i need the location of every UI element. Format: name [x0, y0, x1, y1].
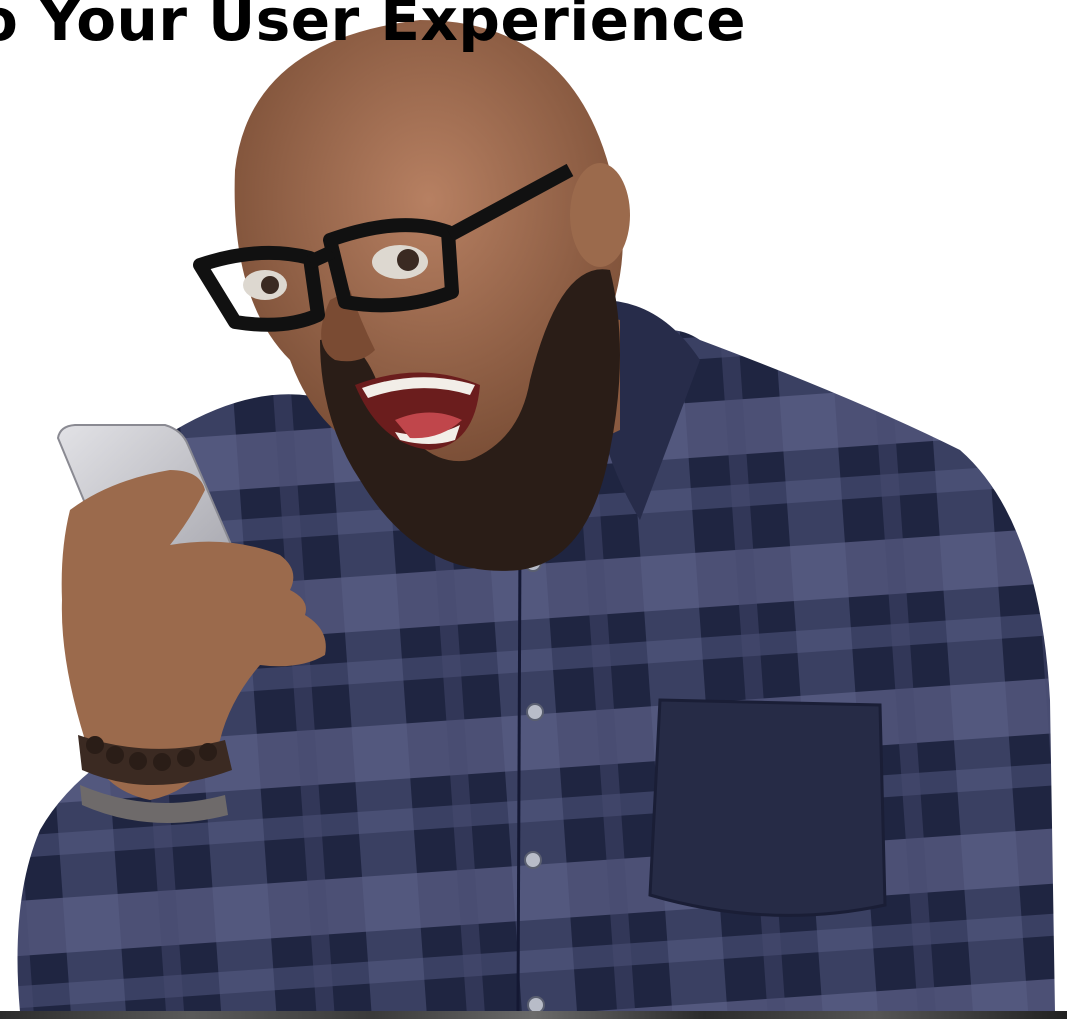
shirt-pocket: [648, 698, 887, 917]
man-with-phone-photo: [17, 20, 1055, 1014]
photo-stage: o Your User Experience: [0, 0, 1067, 1019]
headline-text: o Your User Experience: [0, 0, 747, 54]
bottom-image-strip: [0, 1011, 1067, 1019]
